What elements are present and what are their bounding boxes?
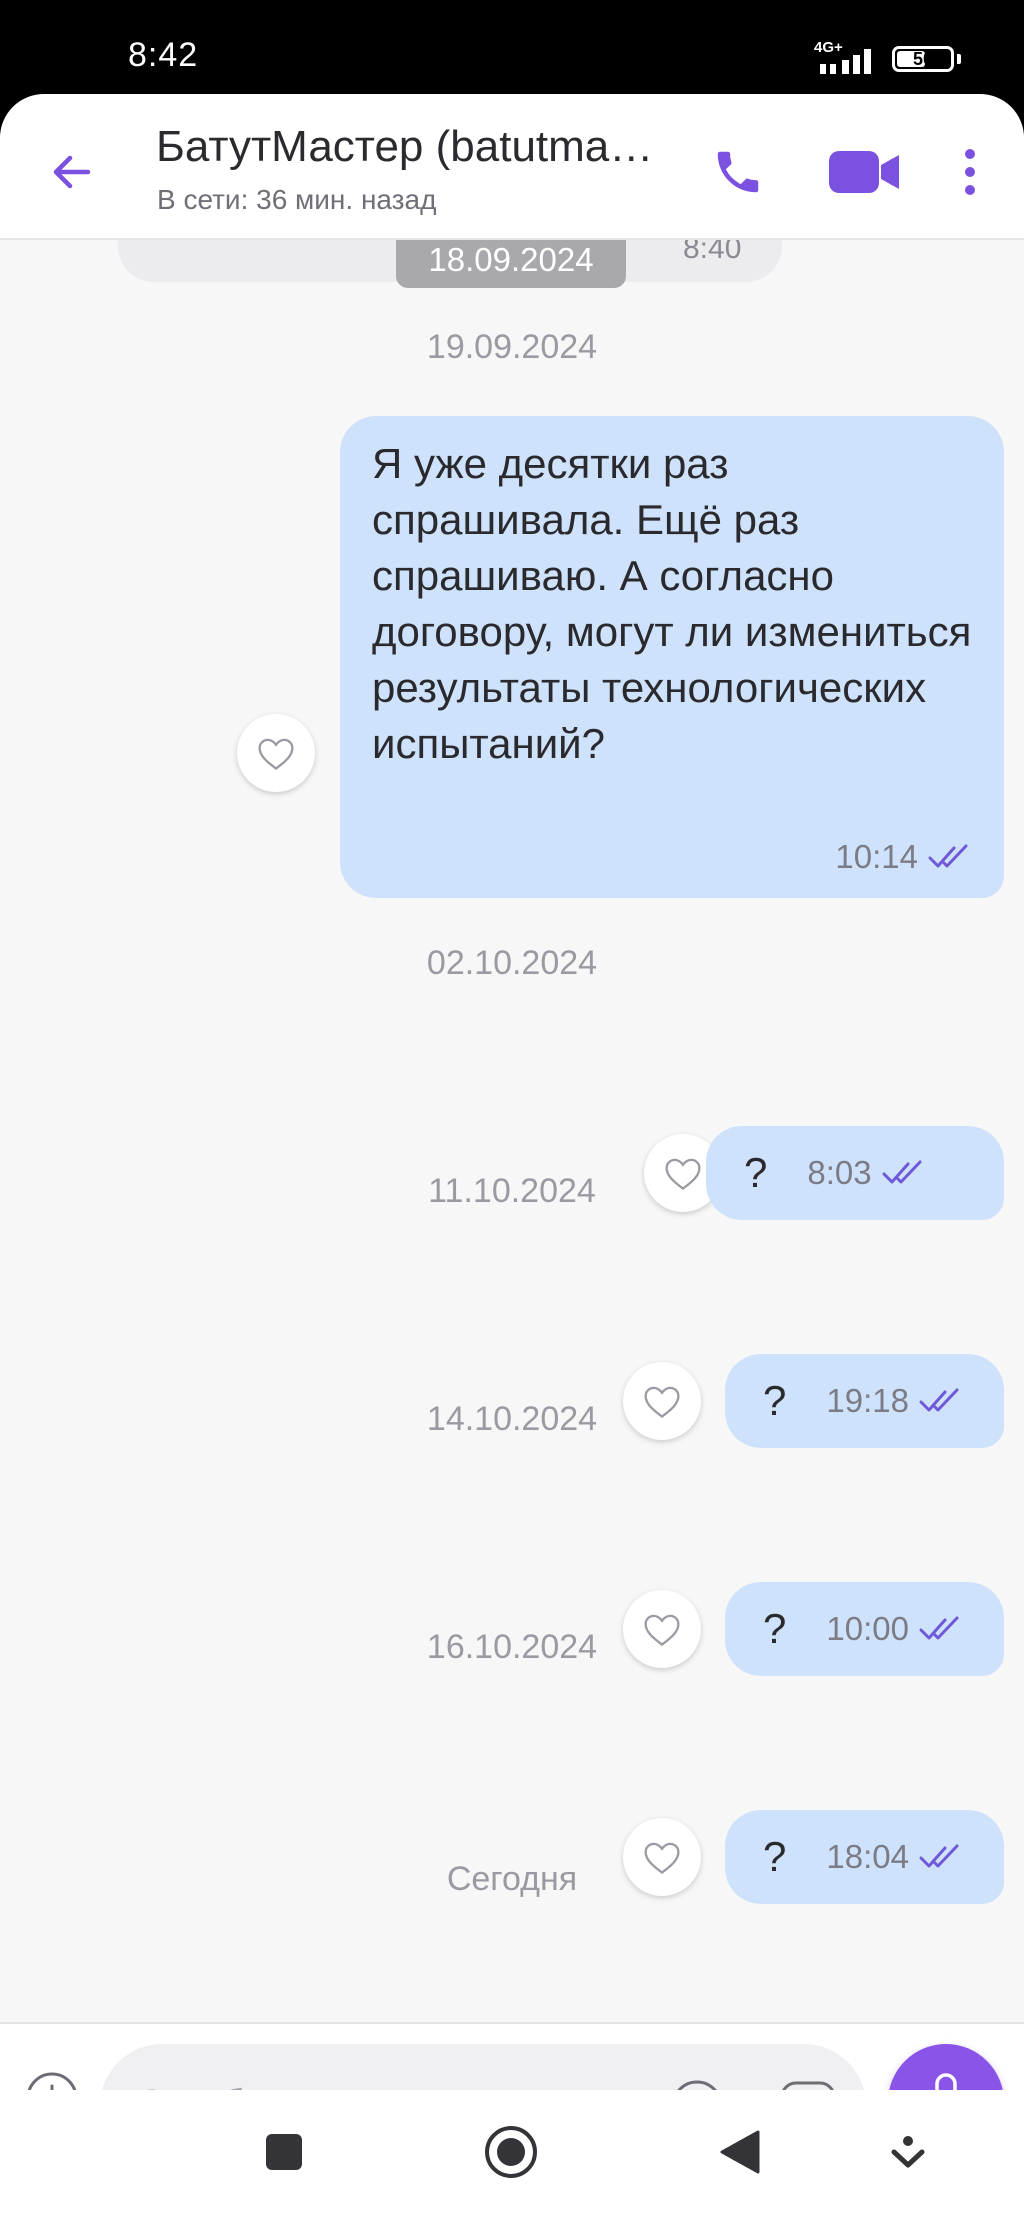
message-list[interactable]: 8:40 18.09.2024 19.09.2024 Я уже десятки…	[0, 240, 1024, 2022]
arrow-left-icon	[53, 155, 91, 189]
message-meta: 10:14	[835, 838, 974, 876]
status-bar: 8:42 4G+ 50	[0, 0, 1024, 96]
video-call-button[interactable]	[820, 134, 910, 210]
battery-level: 50	[912, 48, 934, 69]
system-navigation-bar	[0, 2090, 1024, 2218]
triangle-back-icon	[720, 2130, 760, 2174]
previous-message-time: 8:40	[683, 240, 742, 265]
like-button[interactable]	[237, 714, 315, 792]
double-check-icon	[928, 844, 968, 868]
back-nav-button[interactable]	[700, 2112, 780, 2192]
message-bubble[interactable]: Я уже десятки раз спрашивала. Ещё раз сп…	[340, 416, 1004, 898]
floating-date-chip: 18.09.2024	[396, 240, 626, 288]
signal-icon	[820, 49, 871, 74]
chat-title[interactable]: БатутМастер (batutmaster)	[156, 122, 666, 172]
today-separator: Сегодня	[446, 1860, 578, 1898]
home-circle-icon	[485, 2126, 537, 2178]
more-vertical-icon	[965, 149, 975, 195]
battery-icon: 50	[892, 46, 954, 72]
call-button[interactable]	[700, 134, 776, 210]
chat-screen: БатутМастер (batutmaster) В сети: 36 мин…	[0, 94, 1024, 2218]
presence-status: В сети: 36 мин. назад	[157, 184, 437, 215]
date-separator: 19.09.2024	[426, 328, 598, 366]
date-separator: 14.10.2024	[426, 1400, 598, 1438]
video-camera-icon	[829, 151, 899, 193]
chat-header: БатутМастер (batutmaster) В сети: 36 мин…	[0, 94, 1024, 240]
back-button[interactable]	[40, 140, 104, 204]
status-time: 8:42	[128, 36, 199, 74]
message-text: Я уже десятки раз спрашивала. Ещё раз сп…	[372, 440, 972, 767]
square-icon	[266, 2134, 302, 2170]
home-button[interactable]	[471, 2112, 551, 2192]
date-separator: 11.10.2024	[428, 1172, 596, 1210]
chevron-down-icon	[891, 2136, 925, 2168]
keyboard-toggle-button[interactable]	[868, 2112, 948, 2192]
date-separator: 16.10.2024	[426, 1628, 598, 1666]
more-button[interactable]	[950, 134, 990, 210]
date-separator: 02.10.2024	[426, 944, 598, 982]
message-time: 10:14	[835, 838, 918, 875]
recent-apps-button[interactable]	[244, 2112, 324, 2192]
phone-icon	[717, 151, 759, 193]
heart-icon	[258, 738, 294, 770]
